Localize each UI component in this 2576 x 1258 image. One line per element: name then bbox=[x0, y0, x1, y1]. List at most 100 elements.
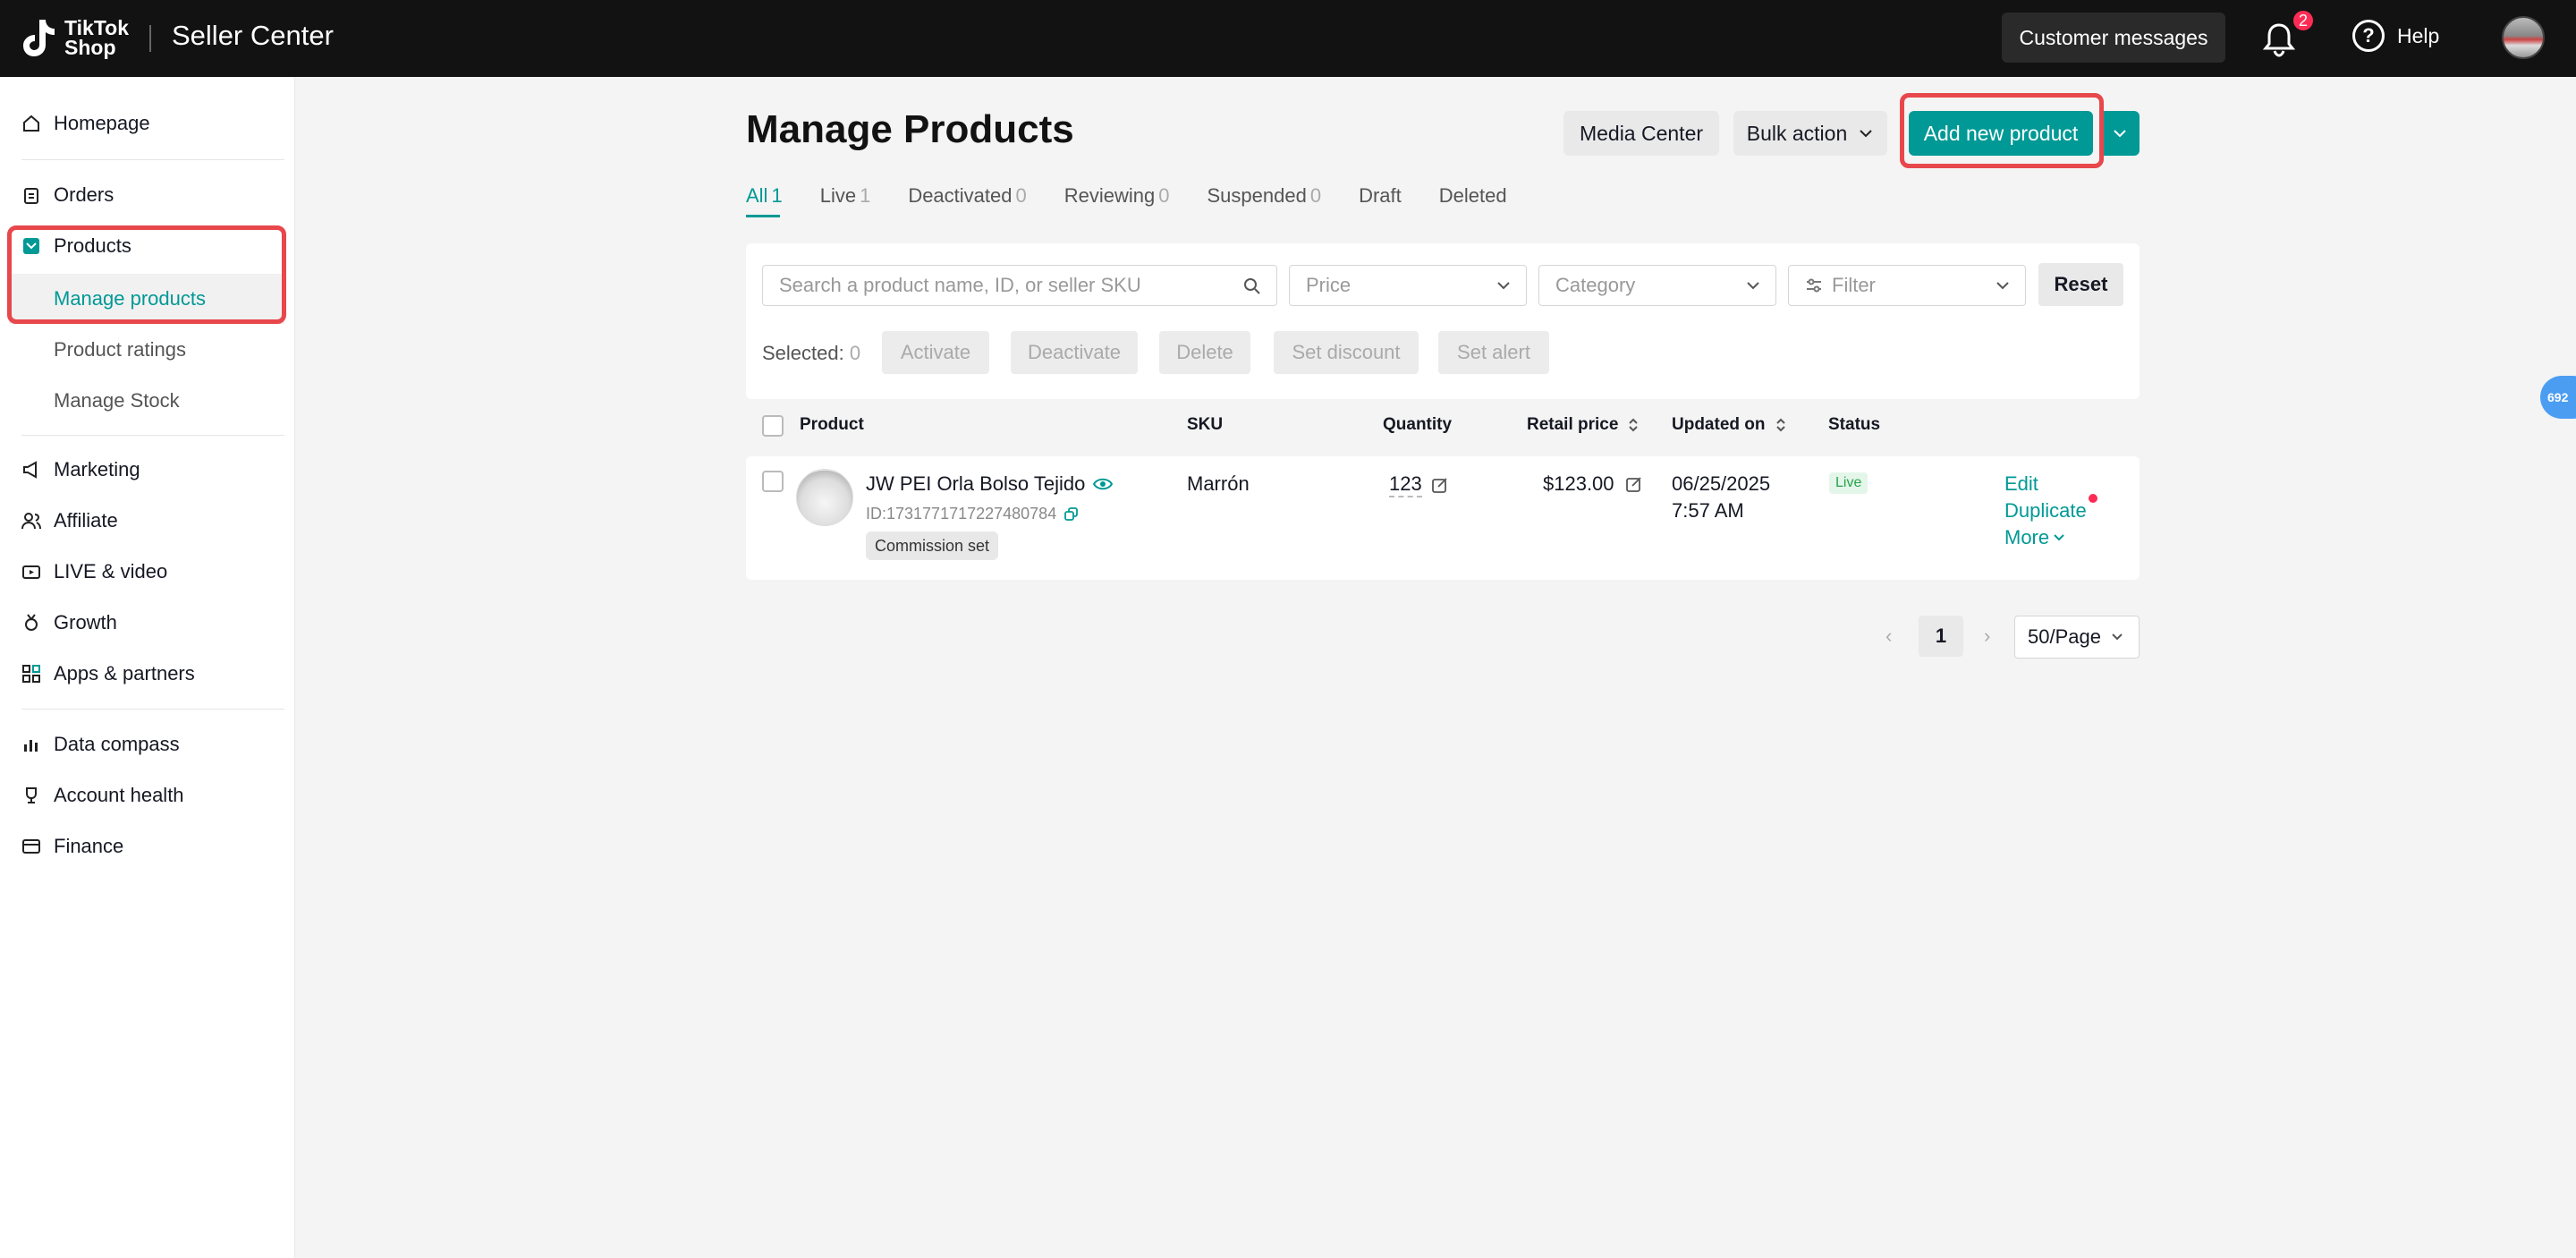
filter-select[interactable]: Filter bbox=[1788, 265, 2026, 306]
customer-messages-button[interactable]: Customer messages bbox=[2002, 13, 2225, 63]
sidebar-item-orders[interactable]: Orders bbox=[21, 177, 114, 213]
chevron-down-icon bbox=[1996, 282, 2009, 290]
select-all-checkbox[interactable] bbox=[762, 415, 784, 437]
trophy-icon bbox=[26, 787, 37, 803]
logo-line1: TikTok bbox=[64, 16, 129, 39]
tiktok-shop-logo[interactable]: TikTok Shop bbox=[20, 16, 129, 59]
avatar[interactable] bbox=[2502, 16, 2545, 59]
sidebar-item-label: Orders bbox=[54, 183, 114, 206]
more-link[interactable]: More bbox=[2004, 526, 2065, 549]
sidebar-item-finance[interactable]: Finance bbox=[21, 829, 123, 864]
commission-tag: Commission set bbox=[866, 531, 999, 560]
price-select[interactable]: Price bbox=[1289, 265, 1527, 306]
sidebar-item-growth[interactable]: Growth bbox=[21, 605, 117, 641]
users-icon bbox=[21, 513, 41, 530]
search-input[interactable]: Search a product name, ID, or seller SKU bbox=[762, 265, 1277, 306]
set-discount-button[interactable]: Set discount bbox=[1274, 331, 1419, 374]
column-header-product: Product bbox=[800, 415, 864, 434]
help-button[interactable]: ? Help bbox=[2352, 20, 2439, 52]
retail-price-label: Retail price bbox=[1527, 415, 1619, 434]
app-title: Seller Center bbox=[172, 20, 334, 51]
column-header-sku: SKU bbox=[1187, 415, 1224, 434]
copy-icon[interactable] bbox=[1063, 506, 1080, 523]
next-page-icon[interactable]: › bbox=[1984, 625, 1990, 648]
edit-link[interactable]: Edit bbox=[2004, 472, 2038, 496]
logo-separator bbox=[149, 25, 151, 52]
tab-suspended[interactable]: Suspended 0 bbox=[1208, 184, 1322, 220]
page-title: Manage Products bbox=[746, 107, 1074, 151]
status-badge: Live bbox=[1829, 472, 1868, 494]
highlight-add-product-annotation bbox=[1900, 93, 2104, 168]
sidebar-item-label: Affiliate bbox=[54, 509, 118, 531]
media-center-button[interactable]: Media Center bbox=[1563, 111, 1719, 156]
sidebar-item-apps-partners[interactable]: Apps & partners bbox=[21, 656, 195, 692]
tab-deactivated[interactable]: Deactivated 0 bbox=[908, 184, 1026, 220]
sidebar-item-label: Data compass bbox=[54, 733, 180, 755]
chevron-down-icon bbox=[2054, 534, 2064, 541]
eye-icon[interactable] bbox=[1092, 476, 1114, 492]
add-product-dropdown-button[interactable] bbox=[2099, 111, 2140, 156]
row-checkbox[interactable] bbox=[762, 471, 784, 492]
chevron-down-icon bbox=[2112, 633, 2123, 641]
category-select[interactable]: Category bbox=[1538, 265, 1776, 306]
price-label: Price bbox=[1306, 274, 1352, 296]
sidebar-item-marketing[interactable]: Marketing bbox=[21, 452, 140, 488]
chevron-down-icon bbox=[2113, 130, 2126, 138]
sidebar-item-account-health[interactable]: Account health bbox=[21, 778, 184, 813]
filter-label: Filter bbox=[1832, 274, 1876, 296]
sidebar-item-manage-stock[interactable]: Manage Stock bbox=[54, 383, 180, 419]
bulk-action-label: Bulk action bbox=[1746, 121, 1848, 145]
sidebar-item-homepage[interactable]: Homepage bbox=[21, 106, 150, 141]
product-name[interactable]: JW PEI Orla Bolso Tejido bbox=[866, 472, 1114, 496]
sidebar-item-affiliate[interactable]: Affiliate bbox=[21, 503, 118, 539]
deactivate-button[interactable]: Deactivate bbox=[1011, 331, 1138, 374]
live-video-icon bbox=[22, 565, 40, 579]
sidebar-item-product-ratings[interactable]: Product ratings bbox=[54, 332, 186, 368]
quantity-cell[interactable]: 123 bbox=[1389, 472, 1449, 497]
quantity-value: 123 bbox=[1389, 472, 1422, 497]
sidebar-item-data-compass[interactable]: Data compass bbox=[21, 727, 180, 762]
notification-bell-icon[interactable] bbox=[2261, 20, 2297, 57]
tab-reviewing[interactable]: Reviewing 0 bbox=[1064, 184, 1170, 220]
edit-icon[interactable] bbox=[1431, 476, 1449, 494]
current-page-button[interactable]: 1 bbox=[1919, 616, 1963, 657]
floating-widget-badge[interactable]: 692 bbox=[2540, 376, 2576, 419]
column-header-retail-price[interactable]: Retail price bbox=[1527, 415, 1640, 435]
column-header-quantity: Quantity bbox=[1383, 415, 1453, 434]
reset-button[interactable]: Reset bbox=[2038, 263, 2123, 306]
sidebar-divider bbox=[21, 159, 284, 160]
column-header-updated-on[interactable]: Updated on bbox=[1672, 415, 1787, 435]
search-icon bbox=[1244, 278, 1260, 294]
price-cell[interactable]: $123.00 bbox=[1543, 472, 1643, 496]
edit-icon[interactable] bbox=[1625, 475, 1643, 493]
prev-page-icon[interactable]: ‹ bbox=[1885, 625, 1892, 648]
activate-button[interactable]: Activate bbox=[882, 331, 989, 374]
megaphone-icon bbox=[23, 461, 37, 479]
sidebar-item-live-video[interactable]: LIVE & video bbox=[21, 554, 167, 590]
home-icon bbox=[23, 115, 39, 132]
status-tabs: All 1 Live 1 Deactivated 0 Reviewing 0 Suspe… bbox=[746, 184, 1545, 220]
table-header: Product SKU Quantity Retail price Update… bbox=[746, 408, 2140, 444]
product-id-text: ID:1731771717227480784 bbox=[866, 505, 1057, 523]
sidebar-item-label: LIVE & video bbox=[54, 560, 168, 582]
tab-deleted[interactable]: Deleted bbox=[1439, 184, 1507, 220]
sort-icon bbox=[1775, 418, 1785, 432]
apps-grid-icon bbox=[22, 665, 40, 683]
sidebar-divider bbox=[21, 435, 284, 436]
sidebar-item-label: Apps & partners bbox=[54, 662, 195, 684]
sidebar-item-label: Finance bbox=[54, 835, 124, 857]
duplicate-link[interactable]: Duplicate bbox=[2004, 499, 2087, 523]
price-value: $123.00 bbox=[1543, 472, 1614, 495]
product-id: ID:1731771717227480784 bbox=[866, 505, 1080, 523]
tab-live[interactable]: Live 1 bbox=[820, 184, 871, 220]
bulk-action-button[interactable]: Bulk action bbox=[1733, 111, 1887, 156]
tab-draft[interactable]: Draft bbox=[1359, 184, 1402, 220]
delete-button[interactable]: Delete bbox=[1159, 331, 1250, 374]
product-thumbnail[interactable] bbox=[796, 469, 853, 526]
set-alert-button[interactable]: Set alert bbox=[1438, 331, 1549, 374]
sidebar-item-label: Marketing bbox=[54, 458, 140, 480]
help-label: Help bbox=[2397, 23, 2440, 47]
per-page-select[interactable]: 50/Page bbox=[2014, 616, 2140, 659]
sidebar-item-label: Homepage bbox=[54, 112, 150, 134]
top-bar: TikTok Shop Seller Center Customer messa… bbox=[0, 0, 2576, 77]
